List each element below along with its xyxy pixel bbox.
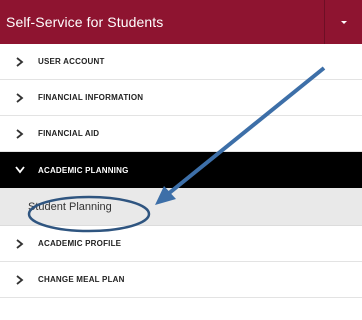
menu-item-financial-aid[interactable]: FINANCIAL AID	[0, 116, 362, 152]
app-title: Self-Service for Students	[6, 14, 164, 30]
menu-item-label: ACADEMIC PROFILE	[38, 239, 122, 248]
header-dropdown-button[interactable]	[324, 0, 362, 44]
chevron-right-icon	[0, 238, 32, 249]
chevron-right-icon	[0, 274, 32, 285]
chevron-right-icon	[0, 92, 32, 103]
navigation-menu: USER ACCOUNT FINANCIAL INFORMATION FINAN…	[0, 44, 362, 298]
menu-item-change-meal-plan[interactable]: CHANGE MEAL PLAN	[0, 262, 362, 298]
menu-item-label: FINANCIAL INFORMATION	[38, 93, 144, 102]
menu-item-academic-profile[interactable]: ACADEMIC PROFILE	[0, 226, 362, 262]
menu-item-user-account[interactable]: USER ACCOUNT	[0, 44, 362, 80]
menu-item-label: CHANGE MEAL PLAN	[38, 275, 125, 284]
submenu-item-label: Student Planning	[28, 200, 112, 213]
menu-item-academic-planning[interactable]: ACADEMIC PLANNING	[0, 152, 362, 188]
chevron-down-icon	[0, 166, 32, 174]
menu-item-financial-information[interactable]: FINANCIAL INFORMATION	[0, 80, 362, 116]
caret-down-icon	[340, 20, 347, 24]
chevron-right-icon	[0, 128, 32, 139]
menu-item-label: ACADEMIC PLANNING	[38, 165, 129, 175]
chevron-right-icon	[0, 56, 32, 67]
submenu-item-student-planning[interactable]: Student Planning	[0, 188, 362, 226]
menu-item-label: USER ACCOUNT	[38, 57, 105, 66]
app-header: Self-Service for Students	[0, 0, 362, 44]
menu-item-label: FINANCIAL AID	[38, 129, 100, 138]
